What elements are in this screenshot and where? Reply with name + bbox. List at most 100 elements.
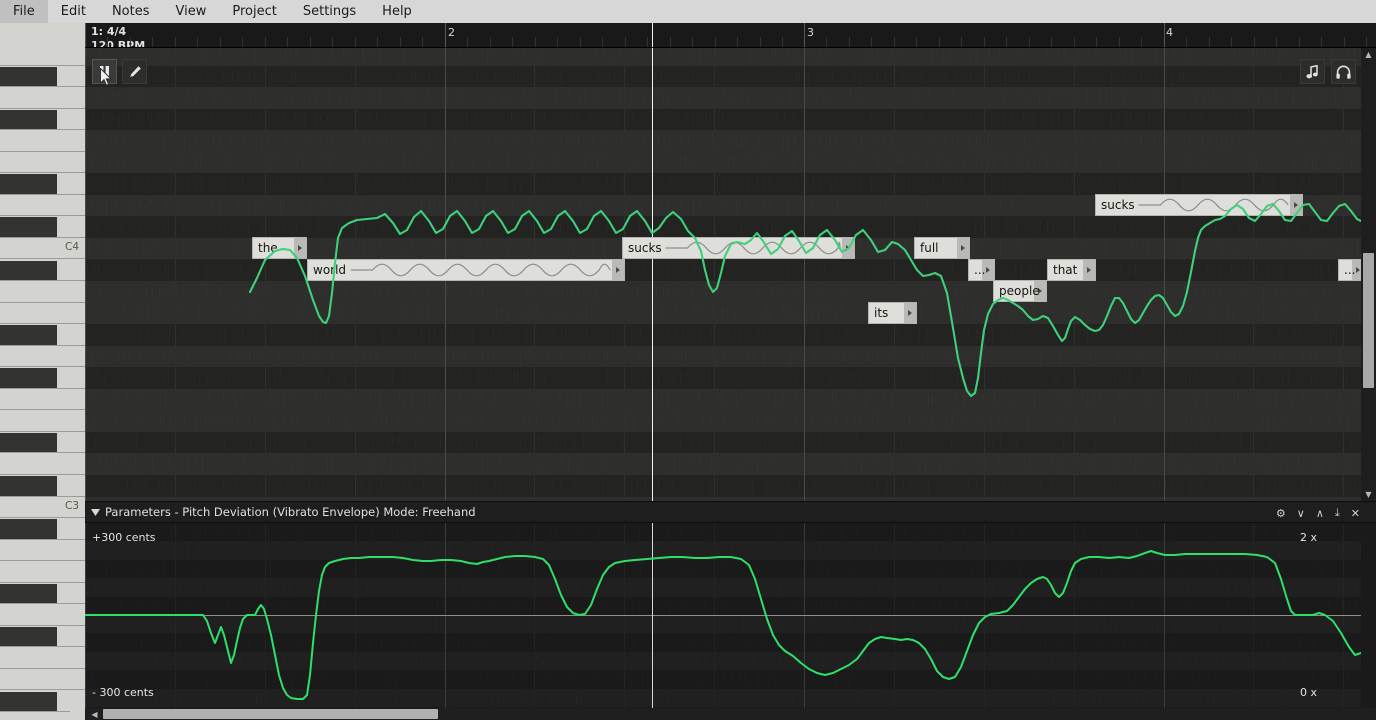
triangle-down-icon[interactable] bbox=[85, 508, 105, 516]
piano-key[interactable] bbox=[0, 194, 85, 217]
chevron-up-icon[interactable]: ∧ bbox=[1316, 507, 1324, 520]
note-block[interactable]: ... bbox=[968, 259, 995, 281]
piano-roll-row[interactable] bbox=[85, 151, 1361, 174]
note-resize-handle[interactable] bbox=[957, 238, 969, 258]
parameters-panel-header[interactable]: Parameters - Pitch Deviation (Vibrato En… bbox=[85, 501, 1376, 523]
piano-roll-row[interactable] bbox=[85, 453, 1361, 475]
piano-key[interactable] bbox=[0, 281, 85, 303]
piano-roll-row[interactable] bbox=[85, 130, 1361, 152]
menu-item-file[interactable]: File bbox=[0, 0, 48, 23]
scroll-up-arrow-icon[interactable]: ▲ bbox=[1361, 48, 1376, 61]
menu-item-help[interactable]: Help bbox=[369, 0, 425, 23]
grid-texture bbox=[526, 331, 527, 341]
piano-key[interactable] bbox=[0, 453, 85, 475]
piano-key[interactable] bbox=[0, 345, 85, 368]
settings-gear-icon[interactable]: ⚙ bbox=[1276, 507, 1286, 520]
menu-item-edit[interactable]: Edit bbox=[48, 0, 99, 23]
piano-roll-row[interactable] bbox=[85, 87, 1361, 109]
piano-key-black[interactable] bbox=[0, 432, 57, 453]
parameters-playhead[interactable] bbox=[652, 523, 653, 708]
note-block[interactable]: ... bbox=[1338, 259, 1361, 281]
parameters-grid-texture bbox=[1272, 584, 1273, 593]
grid-texture bbox=[747, 459, 748, 467]
piano-key-black[interactable] bbox=[0, 325, 57, 345]
vertical-scrollbar[interactable]: ▲ ▼ bbox=[1361, 48, 1376, 501]
pencil-tool-button[interactable] bbox=[122, 59, 147, 84]
piano-key-black[interactable] bbox=[0, 519, 57, 539]
piano-key[interactable] bbox=[0, 44, 85, 66]
piano-roll-row[interactable] bbox=[85, 475, 1361, 497]
note-block[interactable]: that bbox=[1047, 259, 1096, 281]
pause-button[interactable] bbox=[92, 59, 117, 84]
grid-texture bbox=[261, 135, 262, 146]
piano-key[interactable] bbox=[0, 668, 85, 691]
playhead[interactable] bbox=[652, 48, 653, 501]
parameters-grid-texture bbox=[663, 567, 664, 573]
scroll-left-arrow-icon[interactable]: ◀ bbox=[88, 708, 101, 720]
menu-item-settings[interactable]: Settings bbox=[290, 0, 369, 23]
note-resize-handle[interactable] bbox=[294, 238, 306, 258]
piano-key-black[interactable] bbox=[0, 583, 57, 604]
grid-texture bbox=[441, 478, 442, 486]
piano-key-black[interactable] bbox=[0, 174, 57, 194]
piano-key[interactable] bbox=[0, 151, 85, 174]
headphones-button[interactable] bbox=[1331, 59, 1356, 84]
piano-key-black[interactable] bbox=[0, 217, 57, 237]
piano-roll-row[interactable] bbox=[85, 302, 1361, 325]
piano-keyboard[interactable]: C4 C3 bbox=[0, 23, 85, 720]
piano-roll-editor[interactable]: the world sucks its full... people that sucks..… bbox=[85, 48, 1361, 501]
note-block[interactable]: full bbox=[914, 237, 970, 259]
music-note-button[interactable] bbox=[1300, 59, 1325, 84]
note-resize-handle[interactable] bbox=[612, 260, 624, 280]
scroll-down-arrow-icon[interactable]: ▼ bbox=[1361, 488, 1376, 501]
grid-texture bbox=[1012, 198, 1013, 208]
piano-key-black[interactable] bbox=[0, 260, 57, 281]
menu-item-view[interactable]: View bbox=[163, 0, 220, 23]
piano-roll-row[interactable] bbox=[85, 65, 1361, 88]
piano-key-black[interactable] bbox=[0, 691, 57, 712]
piano-key[interactable] bbox=[0, 130, 85, 152]
piano-key-black[interactable] bbox=[0, 476, 57, 496]
piano-key[interactable] bbox=[0, 647, 85, 669]
piano-roll-row[interactable] bbox=[85, 216, 1361, 238]
note-resize-handle[interactable] bbox=[842, 238, 854, 258]
piano-key-black[interactable] bbox=[0, 109, 57, 130]
piano-key[interactable] bbox=[0, 604, 85, 626]
piano-roll-row[interactable] bbox=[85, 324, 1361, 346]
piano-roll-row[interactable] bbox=[85, 108, 1361, 131]
piano-key-black[interactable] bbox=[0, 66, 57, 87]
parameters-panel-body[interactable]: +300 cents - 300 cents 2 x 0 x bbox=[85, 523, 1361, 708]
piano-key[interactable] bbox=[0, 539, 85, 562]
horizontal-scrollbar[interactable]: ◀ bbox=[85, 708, 1376, 720]
note-resize-handle[interactable] bbox=[1290, 195, 1302, 215]
note-resize-handle[interactable] bbox=[904, 303, 916, 323]
piano-key[interactable] bbox=[0, 87, 85, 109]
piano-key[interactable] bbox=[0, 410, 85, 432]
piano-roll-row[interactable] bbox=[85, 281, 1361, 303]
note-block[interactable]: its bbox=[868, 302, 917, 324]
piano-key-black[interactable] bbox=[0, 368, 57, 388]
timeline-ruler[interactable]: 1: 4/4 120 BPM 234 bbox=[85, 23, 1376, 48]
vertical-scrollbar-thumb[interactable] bbox=[1363, 253, 1374, 388]
grid-texture bbox=[578, 416, 579, 424]
parameters-grid-texture bbox=[1170, 583, 1171, 594]
parameters-grid-texture bbox=[757, 564, 758, 574]
note-block[interactable]: the bbox=[252, 237, 307, 259]
close-icon[interactable]: ✕ bbox=[1351, 507, 1360, 520]
piano-roll-row[interactable] bbox=[85, 259, 1361, 282]
horizontal-scrollbar-thumb[interactable] bbox=[103, 709, 438, 719]
piano-key[interactable] bbox=[0, 302, 85, 325]
chevron-down-icon[interactable]: ∨ bbox=[1297, 507, 1305, 520]
note-block[interactable]: sucks bbox=[1095, 194, 1303, 216]
menu-item-project[interactable]: Project bbox=[219, 0, 289, 23]
piano-key-black[interactable] bbox=[0, 626, 57, 647]
collapse-icon[interactable]: ⤓ bbox=[1335, 506, 1340, 520]
note-block[interactable]: sucks bbox=[622, 237, 855, 259]
piano-key[interactable] bbox=[0, 388, 85, 411]
piano-key[interactable] bbox=[0, 561, 85, 583]
piano-roll-row[interactable] bbox=[85, 431, 1361, 454]
note-resize-handle[interactable] bbox=[1083, 260, 1095, 280]
note-block[interactable]: world bbox=[307, 259, 625, 281]
note-block[interactable]: people bbox=[993, 280, 1047, 302]
menu-item-notes[interactable]: Notes bbox=[99, 0, 163, 23]
